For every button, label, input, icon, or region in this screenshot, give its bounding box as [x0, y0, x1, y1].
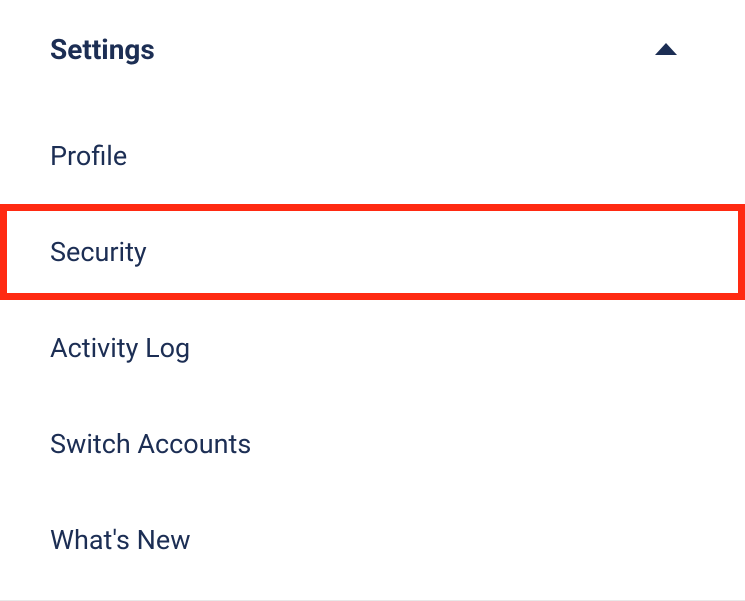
menu-item-whats-new[interactable]: What's New [0, 492, 745, 588]
menu-item-label: Security [50, 236, 147, 268]
menu-item-label: Activity Log [50, 332, 190, 364]
menu-item-label: What's New [50, 524, 191, 556]
menu-item-activity-log[interactable]: Activity Log [0, 300, 745, 396]
settings-title: Settings [50, 33, 155, 66]
settings-panel: Settings Profile Security Activity Log S… [0, 0, 745, 601]
settings-header[interactable]: Settings [0, 20, 745, 78]
menu-item-profile[interactable]: Profile [0, 108, 745, 204]
menu-item-label: Switch Accounts [50, 428, 251, 460]
menu-item-switch-accounts[interactable]: Switch Accounts [0, 396, 745, 492]
settings-menu-list: Profile Security Activity Log Switch Acc… [0, 78, 745, 588]
menu-item-security[interactable]: Security [0, 204, 745, 300]
chevron-up-icon [655, 43, 677, 55]
menu-item-label: Profile [50, 140, 127, 172]
